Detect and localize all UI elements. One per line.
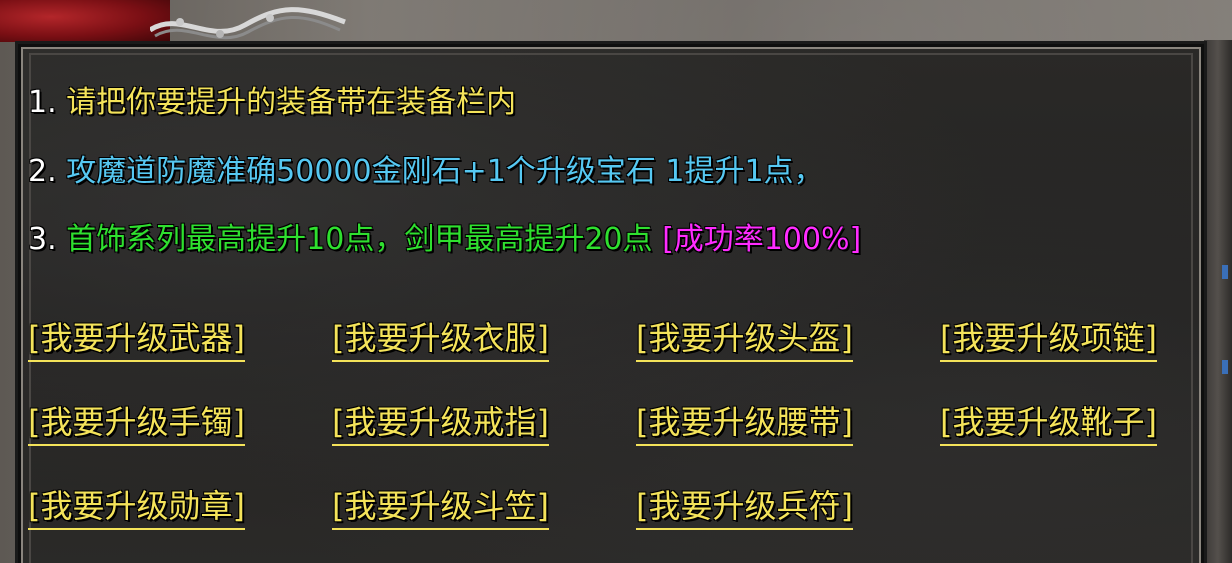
upgrade-medal-link[interactable]: [我要升级勋章] [28, 486, 245, 530]
game-scene: 1. 请把你要提升的装备带在装备栏内 2. 攻魔道防魔准确50000金刚石+1个… [0, 0, 1232, 563]
upgrade-hat-link[interactable]: [我要升级斗笠] [332, 486, 549, 530]
upgrade-tally-link[interactable]: [我要升级兵符] [636, 486, 853, 530]
upgrade-ring-link[interactable]: [我要升级戒指] [332, 402, 549, 446]
upgrade-helmet-link[interactable]: [我要升级头盔] [636, 318, 853, 362]
instruction-text: 首饰系列最高提升10点，剑甲最高提升20点 [66, 222, 653, 257]
red-ornament [0, 0, 170, 42]
instruction-number: 1. [28, 85, 57, 120]
upgrade-bracelet-link[interactable]: [我要升级手镯] [28, 402, 245, 446]
upgrade-weapon-link[interactable]: [我要升级武器] [28, 318, 245, 362]
instruction-text: 攻魔道防魔准确50000金刚石+1个升级宝石 1提升1点， [66, 154, 824, 189]
upgrade-boots-link[interactable]: [我要升级靴子] [940, 402, 1157, 446]
dragon-ornament-icon [150, 7, 346, 40]
instruction-line-1: 1. 请把你要提升的装备带在装备栏内 [28, 83, 516, 123]
upgrade-belt-link[interactable]: [我要升级腰带] [636, 402, 853, 446]
instruction-line-3: 3. 首饰系列最高提升10点，剑甲最高提升20点 [成功率100%] [28, 220, 861, 260]
instruction-line-2: 2. 攻魔道防魔准确50000金刚石+1个升级宝石 1提升1点， [28, 152, 824, 192]
instruction-number: 2. [28, 154, 57, 189]
instruction-number: 3. [28, 222, 57, 257]
upgrade-clothes-link[interactable]: [我要升级衣服] [332, 318, 549, 362]
instruction-text: 请把你要提升的装备带在装备栏内 [66, 85, 517, 120]
success-rate-label: [成功率100%] [662, 222, 862, 257]
upgrade-necklace-link[interactable]: [我要升级项链] [940, 318, 1157, 362]
edge-marker-icon [1222, 265, 1228, 374]
